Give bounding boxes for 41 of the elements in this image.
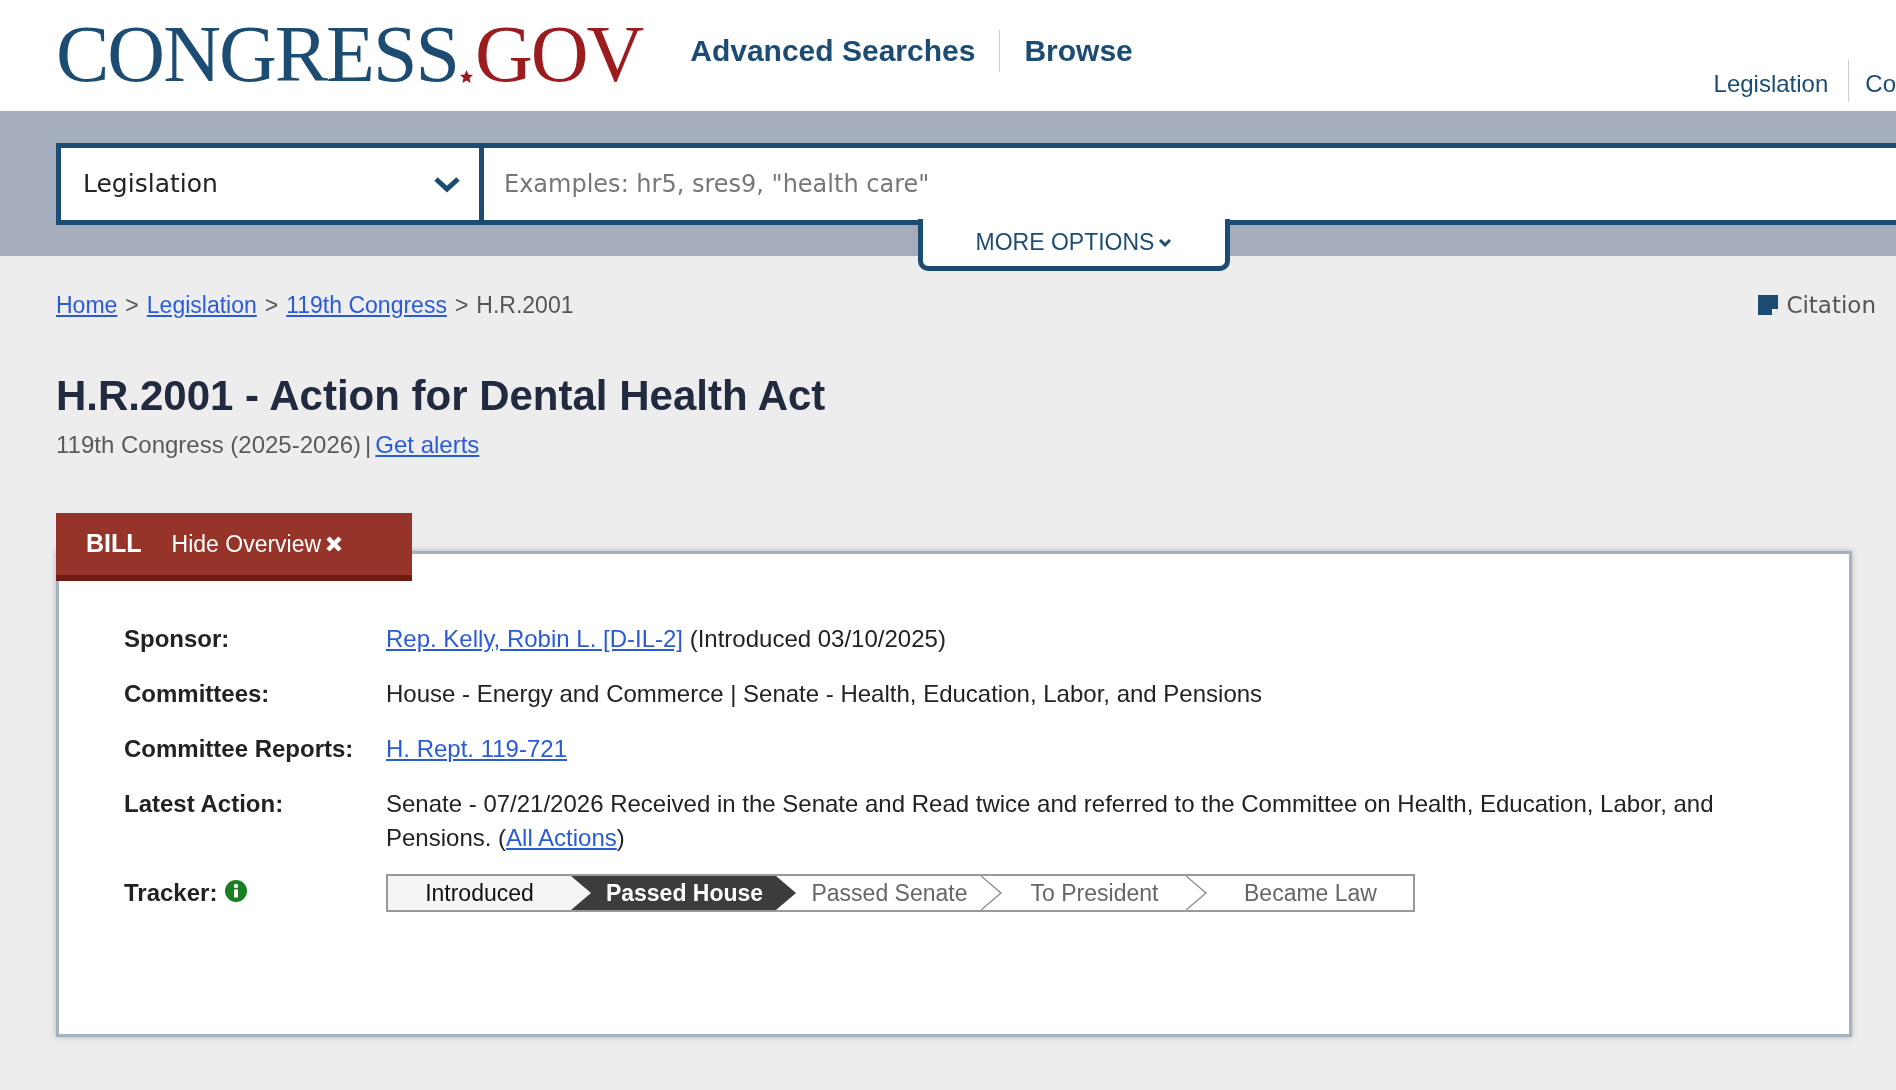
page-title: H.R.2001 - Action for Dental Health Act (56, 370, 827, 421)
field-link[interactable]: All Actions (506, 823, 617, 851)
field-label: Committee Reports: (124, 733, 355, 764)
hide-overview-button[interactable]: Hide Overview (171, 526, 344, 562)
citation-link[interactable]: Citation (1786, 288, 1876, 323)
breadcrumb-separator: > (454, 292, 469, 318)
star-icon (459, 70, 473, 83)
nav-link[interactable]: Browse (1024, 28, 1133, 73)
more-options-button[interactable]: MORE OPTIONS (918, 219, 1230, 271)
breadcrumb-link[interactable]: 119th Congress (286, 292, 447, 318)
site-logo[interactable]: CONGRESS GOV (56, 14, 643, 94)
chevron-down-icon (433, 174, 461, 194)
tracker-step: Passed House (593, 875, 798, 910)
breadcrumb-current: H.R.2001 (476, 292, 574, 318)
top-link[interactable]: Legislation (1713, 66, 1829, 96)
close-icon (325, 534, 344, 553)
top-link[interactable]: Co (1865, 66, 1896, 96)
bill-tab-label: BILL (85, 528, 143, 560)
field-label: Committees: (124, 678, 271, 709)
field-link[interactable]: H. Rept. 119-721 (386, 734, 567, 762)
tracker-step: Introduced (388, 875, 593, 910)
alerts-link[interactable]: Get alerts (375, 430, 480, 458)
search-field[interactable]: Examples: hr5, sres9, "health care" (484, 143, 1896, 225)
note-icon (1758, 295, 1779, 316)
field-label: Tracker: (124, 877, 218, 908)
field-value: Senate - 07/21/2026 Received in the Senate and Read twice and referred to the Committee on Health, Education, Labor, and Pensions. (All Actions) (386, 788, 1715, 853)
congress-session: 119th Congress (2025-2026) (56, 430, 362, 458)
info-icon (225, 879, 248, 902)
field-link[interactable]: Rep. Kelly, Robin L. [D-IL-2] (386, 624, 683, 652)
field-label: Latest Action: (124, 788, 285, 819)
field-value: House - Energy and Commerce | Senate - Health, Education, Labor, and Pensions (386, 678, 1264, 709)
breadcrumb-separator: > (125, 292, 139, 318)
nav-link[interactable]: Advanced Searches (690, 28, 976, 73)
breadcrumb-link[interactable]: Legislation (146, 292, 257, 318)
breadcrumb-separator: > (264, 292, 279, 318)
chevron-down-icon (1158, 237, 1173, 248)
field-value: Rep. Kelly, Robin L. [D-IL-2] (Introduced 03/10/2025) (386, 623, 947, 654)
scope-select[interactable]: Legislation (56, 143, 484, 225)
breadcrumb-link[interactable]: Home (56, 292, 118, 318)
text-separator: | (365, 430, 372, 458)
field-label: Sponsor: (124, 623, 231, 654)
